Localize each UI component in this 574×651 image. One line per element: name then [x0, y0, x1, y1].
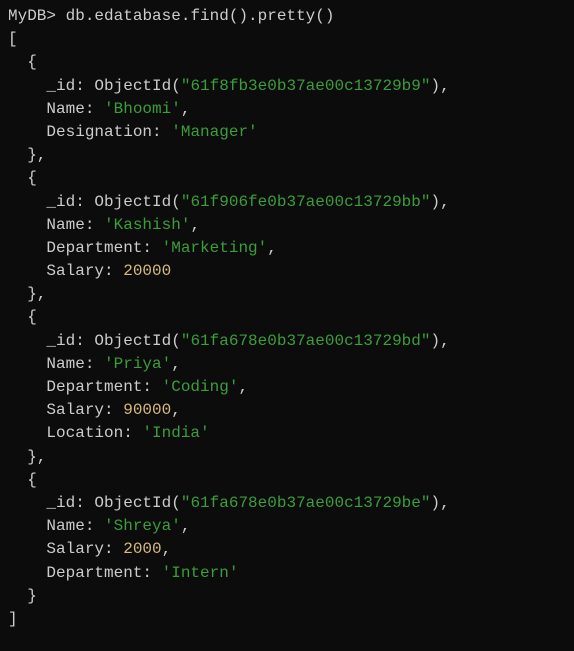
- document-open-brace: {: [8, 306, 566, 329]
- array-open: [: [8, 28, 566, 51]
- document-field: Salary: 20000: [8, 260, 566, 283]
- objectid-function: ObjectId(: [94, 332, 180, 350]
- document-field: Name: 'Priya',: [8, 353, 566, 376]
- document-field: Name: 'Shreya',: [8, 515, 566, 538]
- objectid-function: ObjectId(: [94, 193, 180, 211]
- field-key: Salary: [46, 540, 104, 558]
- document-field: _id: ObjectId("61fa678e0b37ae00c13729bd"…: [8, 330, 566, 353]
- string-value: 'India': [142, 424, 209, 442]
- objectid-value: "61f906fe0b37ae00c13729bb": [181, 193, 431, 211]
- string-value: 'Priya': [104, 355, 171, 373]
- field-key: Location: [46, 424, 123, 442]
- document-field: _id: ObjectId("61f906fe0b37ae00c13729bb"…: [8, 191, 566, 214]
- document-field: Salary: 90000,: [8, 399, 566, 422]
- document-field: Department: 'Intern': [8, 562, 566, 585]
- field-key: Salary: [46, 401, 104, 419]
- objectid-value: "61f8fb3e0b37ae00c13729b9": [181, 77, 431, 95]
- command-text: db.edatabase.find().pretty(): [66, 7, 335, 25]
- field-key: Department: [46, 239, 142, 257]
- number-value: 2000: [123, 540, 161, 558]
- field-key: Name: [46, 100, 84, 118]
- string-value: 'Intern': [162, 564, 239, 582]
- field-key: _id: [46, 332, 75, 350]
- field-key: Department: [46, 564, 142, 582]
- string-value: 'Shreya': [104, 517, 181, 535]
- field-key: Department: [46, 378, 142, 396]
- document-field: _id: ObjectId("61f8fb3e0b37ae00c13729b9"…: [8, 75, 566, 98]
- field-key: Name: [46, 355, 84, 373]
- number-value: 90000: [123, 401, 171, 419]
- field-key: Designation: [46, 123, 152, 141]
- field-key: Name: [46, 216, 84, 234]
- string-value: 'Kashish': [104, 216, 190, 234]
- document-close-brace: },: [8, 283, 566, 306]
- array-close: ]: [8, 608, 566, 631]
- document-open-brace: {: [8, 167, 566, 190]
- field-key: _id: [46, 193, 75, 211]
- string-value: 'Bhoomi': [104, 100, 181, 118]
- shell-prompt: MyDB>: [8, 7, 56, 25]
- string-value: 'Manager': [171, 123, 257, 141]
- objectid-value: "61fa678e0b37ae00c13729bd": [181, 332, 431, 350]
- document-close-brace: },: [8, 446, 566, 469]
- document-field: Name: 'Bhoomi',: [8, 98, 566, 121]
- number-value: 20000: [123, 262, 171, 280]
- field-key: Name: [46, 517, 84, 535]
- document-field: Department: 'Marketing',: [8, 237, 566, 260]
- document-open-brace: {: [8, 51, 566, 74]
- terminal-output: MyDB> db.edatabase.find().pretty() [ { _…: [8, 5, 566, 631]
- string-value: 'Coding': [162, 378, 239, 396]
- field-key: Salary: [46, 262, 104, 280]
- document-close-brace: }: [8, 585, 566, 608]
- document-field: Location: 'India': [8, 422, 566, 445]
- field-key: _id: [46, 494, 75, 512]
- prompt-line[interactable]: MyDB> db.edatabase.find().pretty(): [8, 5, 566, 28]
- query-result-container: { _id: ObjectId("61f8fb3e0b37ae00c13729b…: [8, 51, 566, 608]
- document-field: Department: 'Coding',: [8, 376, 566, 399]
- document-close-brace: },: [8, 144, 566, 167]
- document-field: Salary: 2000,: [8, 538, 566, 561]
- document-open-brace: {: [8, 469, 566, 492]
- objectid-value: "61fa678e0b37ae00c13729be": [181, 494, 431, 512]
- document-field: Name: 'Kashish',: [8, 214, 566, 237]
- document-field: _id: ObjectId("61fa678e0b37ae00c13729be"…: [8, 492, 566, 515]
- objectid-function: ObjectId(: [94, 77, 180, 95]
- field-key: _id: [46, 77, 75, 95]
- objectid-function: ObjectId(: [94, 494, 180, 512]
- string-value: 'Marketing': [162, 239, 268, 257]
- document-field: Designation: 'Manager': [8, 121, 566, 144]
